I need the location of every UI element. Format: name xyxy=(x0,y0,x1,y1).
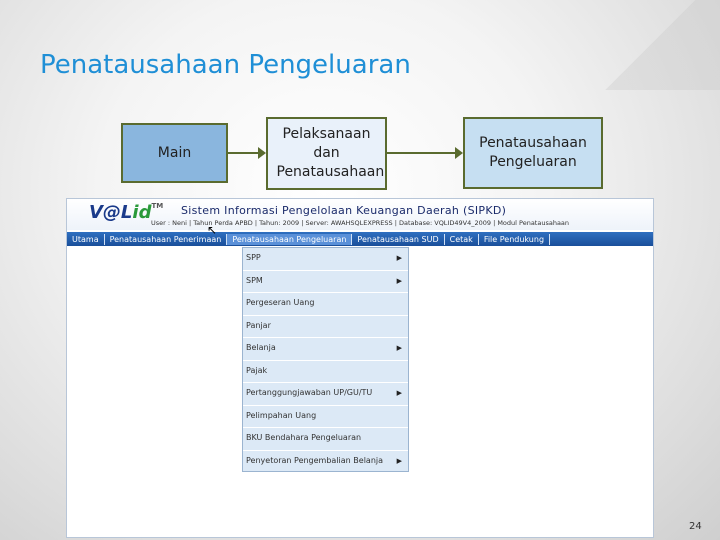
dropdown-item-belanja[interactable]: Belanja ▶ xyxy=(243,338,408,361)
submenu-arrow-icon: ▶ xyxy=(396,456,402,465)
submenu-arrow-icon: ▶ xyxy=(396,276,402,285)
submenu-arrow-icon: ▶ xyxy=(396,389,402,397)
logo-main-text: V@L xyxy=(89,202,133,223)
main-menu-bar: Utama Penatausahaan Penerimaan Penatausa… xyxy=(67,223,653,246)
slide-title: Penatausahaan Pengeluaran xyxy=(40,50,411,80)
dropdown-item-label: SPM xyxy=(246,275,263,285)
dropdown-item-label: BKU Bendahara Pengeluaran xyxy=(246,433,362,442)
logo-trademark: TM xyxy=(151,202,164,210)
flow-box-main-label: Main xyxy=(157,144,192,161)
dropdown-item-pelimpahan-uang[interactable]: Pelimpahan Uang xyxy=(243,406,408,428)
menu-cetak[interactable]: Cetak xyxy=(445,233,479,245)
dropdown-item-bku-bendahara[interactable]: BKU Bendahara Pengeluaran xyxy=(243,428,408,451)
dropdown-item-label: Panjar xyxy=(246,320,271,330)
logo-accent-text: id xyxy=(132,202,152,223)
flow-box-penatausahaan: Penatausahaan Pengeluaran xyxy=(463,117,603,189)
corner-decoration xyxy=(580,0,720,90)
flow-box-pelaksanaan-label: Pelaksanaan dan Penatausahaan xyxy=(276,126,385,180)
submenu-arrow-icon: ▶ xyxy=(396,254,402,262)
app-header: V@LidTM Sistem Informasi Pengelolaan Keu… xyxy=(67,199,653,230)
dropdown-item-label: Pajak xyxy=(246,365,268,375)
mouse-pointer-icon: ↖ xyxy=(207,223,218,237)
flow-box-main: Main xyxy=(121,123,228,183)
sipkd-app-window: V@LidTM Sistem Informasi Pengelolaan Keu… xyxy=(66,198,654,538)
dropdown-item-spp[interactable]: SPP ▶ xyxy=(243,248,408,271)
pengeluaran-dropdown-menu: SPP ▶ SPM ▶ Pergeseran Uang Panjar Belan… xyxy=(242,247,409,473)
app-title: Sistem Informasi Pengelolaan Keuangan Da… xyxy=(181,204,507,217)
flow-box-penatausahaan-label: Penatausahaan Pengeluaran xyxy=(479,135,587,170)
menu-penatausahaan-sud[interactable]: Penatausahaan SUD xyxy=(352,233,445,245)
flow-arrow-2 xyxy=(387,147,463,159)
submenu-arrow-icon: ▶ xyxy=(396,344,402,352)
dropdown-item-pajak[interactable]: Pajak xyxy=(243,361,408,383)
menu-penatausahaan-pengeluaran[interactable]: Penatausahaan Pengeluaran xyxy=(227,233,353,245)
dropdown-item-spm[interactable]: SPM ▶ xyxy=(243,271,408,293)
dropdown-item-label: Pertanggungjawaban UP/GU/TU xyxy=(246,388,373,397)
dropdown-item-penyetoran-pengembalian[interactable]: Penyetoran Pengembalian Belanja ▶ xyxy=(243,451,408,473)
dropdown-item-label: Penyetoran Pengembalian Belanja xyxy=(246,455,384,465)
dropdown-item-pergeseran-uang[interactable]: Pergeseran Uang xyxy=(243,293,408,316)
dropdown-item-pertanggungjawaban[interactable]: Pertanggungjawaban UP/GU/TU ▶ xyxy=(243,383,408,406)
menu-file-pendukung[interactable]: File Pendukung xyxy=(479,233,551,245)
dropdown-item-label: Belanja xyxy=(246,343,276,352)
page-number: 24 xyxy=(689,521,702,532)
dropdown-item-label: Pelimpahan Uang xyxy=(246,410,317,420)
flow-arrow-1 xyxy=(228,147,266,159)
dropdown-item-label: SPP xyxy=(246,253,261,262)
flow-box-pelaksanaan: Pelaksanaan dan Penatausahaan xyxy=(266,117,387,190)
dropdown-item-label: Pergeseran Uang xyxy=(246,298,315,307)
dropdown-item-panjar[interactable]: Panjar xyxy=(243,316,408,338)
menu-utama[interactable]: Utama xyxy=(67,233,105,245)
